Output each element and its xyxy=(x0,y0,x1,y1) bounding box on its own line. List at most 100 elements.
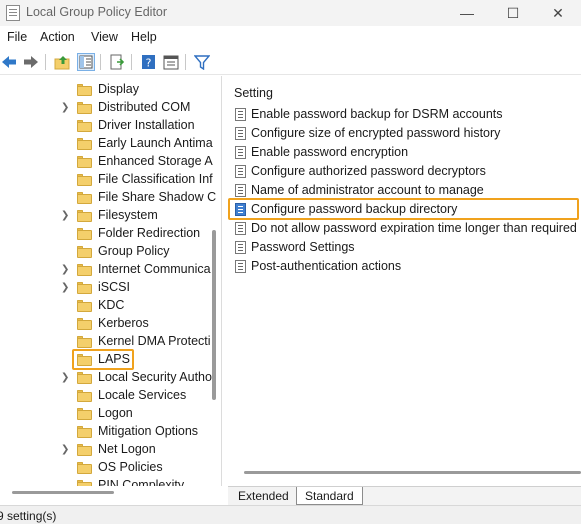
tree-item[interactable]: ❯ Local Security Autho xyxy=(0,369,212,387)
menu-action[interactable]: Action xyxy=(40,30,75,44)
tree-horizontal-scrollbar[interactable] xyxy=(12,491,114,494)
export-list-icon[interactable] xyxy=(108,53,126,71)
folder-icon xyxy=(77,318,92,330)
tree-item[interactable]: ❯ Filesystem xyxy=(0,207,210,225)
tree-item-label: Filesystem xyxy=(98,208,158,222)
tree-item[interactable]: KDC xyxy=(0,297,210,315)
app-icon xyxy=(6,5,20,21)
setting-row[interactable]: Post-authentication actions xyxy=(232,257,577,276)
policy-setting-icon xyxy=(235,184,246,197)
tree-item-label: Kerberos xyxy=(98,316,149,330)
setting-row[interactable]: Do not allow password expiration time lo… xyxy=(232,219,577,238)
show-hide-tree-icon[interactable] xyxy=(77,53,95,71)
menu-help[interactable]: Help xyxy=(131,30,157,44)
toolbar-separator xyxy=(45,54,46,70)
tab-standard[interactable]: Standard xyxy=(296,487,363,505)
properties-pane-icon[interactable] xyxy=(162,53,180,71)
tree-item[interactable]: File Share Shadow C xyxy=(0,189,216,207)
folder-icon xyxy=(77,246,92,258)
setting-row[interactable]: Password Settings xyxy=(232,238,577,257)
setting-label: Do not allow password expiration time lo… xyxy=(251,221,577,235)
folder-icon xyxy=(77,192,92,204)
setting-label: Password Settings xyxy=(251,240,355,254)
folder-icon xyxy=(77,480,92,486)
title-bar: Local Group Policy Editor — ☐ ✕ xyxy=(0,0,581,26)
setting-row[interactable]: Configure password backup directory xyxy=(232,200,577,219)
tree-item[interactable]: Early Launch Antima xyxy=(0,135,213,153)
tree-item-label: iSCSI xyxy=(98,280,130,294)
back-arrow-icon[interactable] xyxy=(0,53,18,71)
policy-setting-icon xyxy=(235,203,246,216)
maximize-button[interactable]: ☐ xyxy=(490,0,536,26)
close-button[interactable]: ✕ xyxy=(535,0,581,26)
tree-item[interactable]: ❯ Distributed COM xyxy=(0,99,210,117)
tree-item[interactable]: Display xyxy=(0,81,210,99)
setting-label: Configure authorized password decryptors xyxy=(251,164,486,178)
folder-icon xyxy=(77,444,92,456)
folder-icon xyxy=(77,300,92,312)
tree-item[interactable]: Mitigation Options xyxy=(0,423,210,441)
tree-item-label: Group Policy xyxy=(98,244,170,258)
tab-extended[interactable]: Extended xyxy=(230,487,298,505)
menu-file[interactable]: File xyxy=(7,30,27,44)
status-bar: 9 setting(s) xyxy=(0,505,581,524)
tree-item-label: Local Security Autho xyxy=(98,370,212,384)
chevron-right-icon[interactable]: ❯ xyxy=(61,372,71,384)
setting-row[interactable]: Enable password encryption xyxy=(232,143,577,162)
setting-column-header[interactable]: Setting xyxy=(234,86,273,100)
policy-setting-icon xyxy=(235,260,246,273)
tree-item[interactable]: Kerberos xyxy=(0,315,210,333)
folder-icon xyxy=(77,228,92,240)
tree-item-label: Folder Redirection xyxy=(98,226,201,240)
tree-item[interactable]: OS Policies xyxy=(0,459,210,477)
filter-icon[interactable] xyxy=(193,53,211,71)
tree-item[interactable]: ❯ Internet Communica xyxy=(0,261,211,279)
setting-label: Name of administrator account to manage xyxy=(251,183,484,197)
chevron-right-icon[interactable]: ❯ xyxy=(61,444,71,456)
policy-setting-icon xyxy=(235,241,246,254)
setting-label: Configure size of encrypted password his… xyxy=(251,126,501,140)
up-folder-icon[interactable] xyxy=(53,53,71,71)
tree-item[interactable]: Driver Installation xyxy=(0,117,210,135)
tree-item[interactable]: Logon xyxy=(0,405,210,423)
tree-item[interactable]: ❯ Net Logon xyxy=(0,441,210,459)
status-text: 9 setting(s) xyxy=(0,509,57,523)
chevron-right-icon[interactable]: ❯ xyxy=(61,264,71,276)
tree-item[interactable]: Locale Services xyxy=(0,387,210,405)
setting-row[interactable]: Enable password backup for DSRM accounts xyxy=(232,105,577,124)
menu-view[interactable]: View xyxy=(91,30,118,44)
setting-row[interactable]: Configure size of encrypted password his… xyxy=(232,124,577,143)
tree-vertical-scrollbar[interactable] xyxy=(212,230,216,400)
folder-icon xyxy=(77,264,92,276)
tree-item-label: PIN Complexity xyxy=(98,478,185,486)
settings-horizontal-scrollbar[interactable] xyxy=(244,471,581,474)
chevron-right-icon[interactable]: ❯ xyxy=(61,282,71,294)
forward-arrow-icon[interactable] xyxy=(22,53,40,71)
tree-item-label: Internet Communica xyxy=(98,262,211,276)
menu-bar: File Action View Help xyxy=(0,27,581,49)
folder-icon xyxy=(77,336,92,348)
tree-item-label: Kernel DMA Protecti xyxy=(98,334,211,348)
minimize-button[interactable]: — xyxy=(444,0,490,26)
tree-item-label: Enhanced Storage A xyxy=(98,154,213,168)
toolbar-separator xyxy=(100,54,101,70)
tree-item[interactable]: File Classification Inf xyxy=(0,171,213,189)
setting-row[interactable]: Name of administrator account to manage xyxy=(232,181,577,200)
tree-item[interactable]: Enhanced Storage A xyxy=(0,153,213,171)
tree-item-label: File Classification Inf xyxy=(98,172,213,186)
help-icon[interactable]: ? xyxy=(139,53,157,71)
tree-item[interactable]: ❯ iSCSI xyxy=(0,279,210,297)
toolbar-separator xyxy=(131,54,132,70)
tree-item[interactable]: Folder Redirection xyxy=(0,225,210,243)
tree-item[interactable]: Group Policy xyxy=(0,243,210,261)
tree-item-label: Display xyxy=(98,82,139,96)
setting-row[interactable]: Configure authorized password decryptors xyxy=(232,162,577,181)
tree-item-label: File Share Shadow C xyxy=(98,190,217,204)
folder-icon xyxy=(77,282,92,294)
folder-icon xyxy=(77,408,92,420)
chevron-right-icon[interactable]: ❯ xyxy=(61,102,71,114)
view-tabs: Extended Standard xyxy=(228,486,581,505)
chevron-right-icon[interactable]: ❯ xyxy=(61,210,71,222)
tree-item-label: Net Logon xyxy=(98,442,156,456)
tree-item[interactable]: PIN Complexity xyxy=(0,477,210,486)
